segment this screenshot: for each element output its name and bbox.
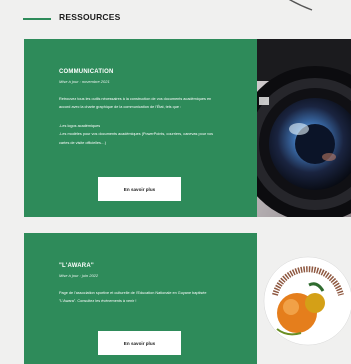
camera-lens-image (257, 39, 351, 217)
card-body: COMMUNICATION Mise à jour : novembre 202… (24, 39, 257, 217)
card-title: "L'AWARA" (59, 263, 94, 269)
card-date: Mise à jour : juin 2022 (59, 273, 99, 278)
card-body: "L'AWARA" Mise à jour : juin 2022 Page d… (24, 233, 257, 364)
resource-card-awara: "L'AWARA" Mise à jour : juin 2022 Page d… (24, 233, 351, 364)
card-description: Retrouvez tous les outils nécessaires à … (59, 97, 212, 110)
section-rule (23, 18, 51, 20)
en-savoir-plus-button[interactable]: En savoir plus (98, 177, 181, 201)
card-description: Page de l'association sportive et cultur… (59, 291, 207, 304)
card-title: COMMUNICATION (59, 69, 114, 75)
camera-lens-icon (257, 39, 351, 217)
resource-card-communication: COMMUNICATION Mise à jour : novembre 202… (24, 39, 351, 217)
awara-logo-image (257, 233, 351, 364)
section-title: RESSOURCES (59, 12, 121, 22)
card-description-list: -Les logos académiques -Les modèles pour… (59, 123, 214, 145)
en-savoir-plus-button[interactable]: En savoir plus (98, 331, 181, 355)
awara-logo-icon (263, 256, 351, 346)
card-date: Mise à jour : novembre 2021 (59, 79, 110, 84)
